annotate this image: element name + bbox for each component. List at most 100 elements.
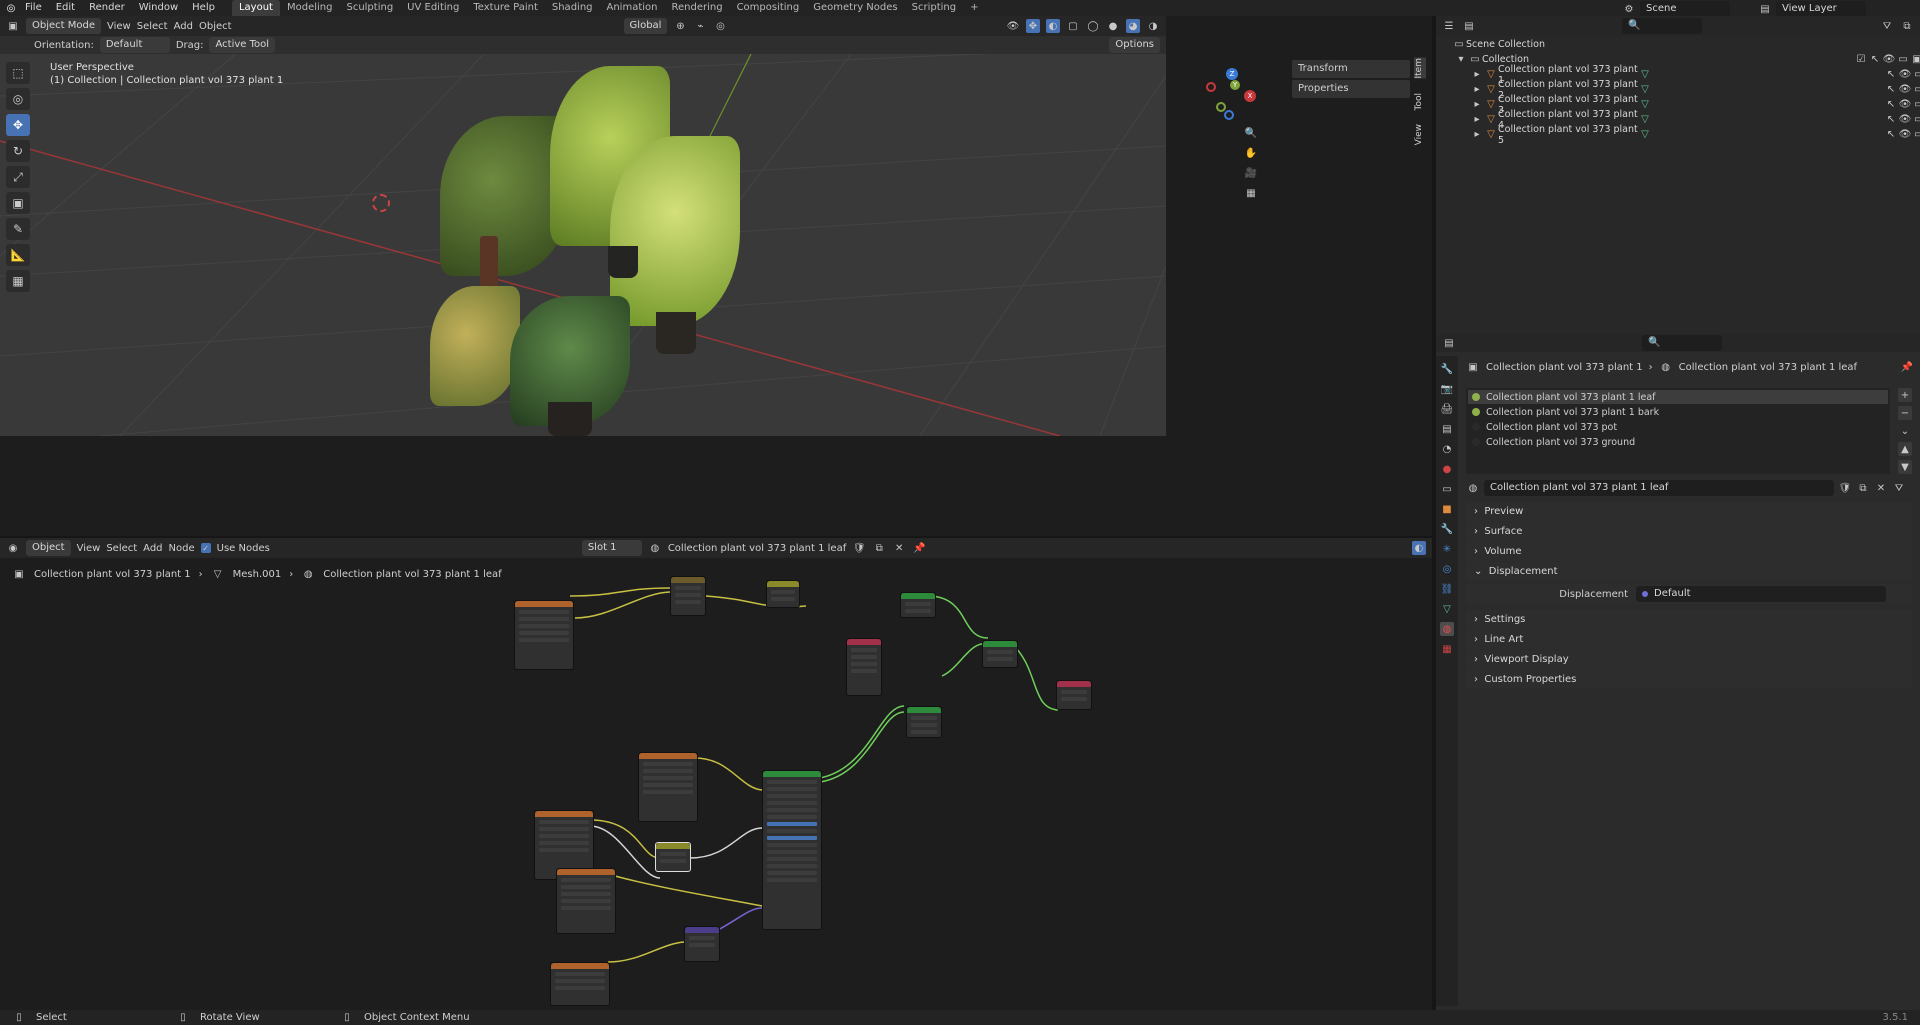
tab-animation[interactable]: Animation xyxy=(600,0,665,16)
menu-select[interactable]: Select xyxy=(137,21,168,32)
material-name-input[interactable]: Collection plant vol 373 plant 1 leaf xyxy=(1484,480,1834,496)
properties-breadcrumb-material[interactable]: Collection plant vol 373 plant 1 leaf xyxy=(1679,362,1857,373)
render-tab-icon[interactable]: 📷 xyxy=(1440,382,1454,396)
options-button[interactable]: Options xyxy=(1109,37,1160,53)
tab-scripting[interactable]: Scripting xyxy=(905,0,963,16)
output-tab-icon[interactable]: 🖨 xyxy=(1440,402,1454,416)
collection-tab-icon[interactable]: ▭ xyxy=(1440,482,1454,496)
tab-uv-editing[interactable]: UV Editing xyxy=(400,0,466,16)
material-browse-icon[interactable]: ◍ xyxy=(648,541,662,555)
mix-shader-node-2[interactable] xyxy=(906,706,942,738)
outliner-item[interactable]: ▸ ▽ Collection plant vol 373 plant 5 ▽ ↖ 👁… xyxy=(1470,124,1920,146)
image-texture-node-5[interactable] xyxy=(550,962,610,1006)
image-texture-node-1[interactable] xyxy=(514,600,574,670)
view-layer-tab-icon[interactable]: ▤ xyxy=(1440,422,1454,436)
material-slot-item[interactable]: Collection plant vol 373 pot xyxy=(1468,420,1888,434)
snap-icon[interactable]: ⌁ xyxy=(693,19,707,33)
remove-slot-icon[interactable]: − xyxy=(1898,406,1912,420)
tab-rendering[interactable]: Rendering xyxy=(664,0,729,16)
xray-icon[interactable]: ▢ xyxy=(1066,19,1080,33)
principled-bsdf-node[interactable] xyxy=(762,770,822,930)
view-layer-selector[interactable]: View Layer xyxy=(1776,1,1866,17)
editor-type-node-icon[interactable]: ◉ xyxy=(6,541,20,555)
particles-tab-icon[interactable]: ✳ xyxy=(1440,542,1454,556)
gizmo-y-icon[interactable]: Y xyxy=(1230,80,1240,90)
material-slot-item[interactable]: Collection plant vol 373 plant 1 leaf xyxy=(1468,390,1888,404)
visibility-eye-icon[interactable]: 👁 xyxy=(1882,53,1896,67)
menu-window[interactable]: Window xyxy=(132,0,185,16)
gizmo-toggle-icon[interactable]: ✥ xyxy=(1026,19,1040,33)
section-viewport-display[interactable]: › Viewport Display xyxy=(1466,650,1912,669)
gizmo-z-icon[interactable]: Z xyxy=(1226,68,1238,80)
menu-add[interactable]: Add xyxy=(174,21,193,32)
outliner-search-input[interactable]: 🔍 xyxy=(1622,18,1702,34)
tab-tool[interactable]: Tool xyxy=(1414,93,1426,110)
blender-logo-icon[interactable]: ◎ xyxy=(4,1,18,15)
annotate-tool-icon[interactable]: ✎ xyxy=(6,218,30,240)
section-displacement[interactable]: ⌄ Displacement xyxy=(1466,562,1912,581)
filter-icon[interactable]: ⛛ xyxy=(1880,19,1894,33)
geometry-node[interactable] xyxy=(846,638,882,696)
tab-compositing[interactable]: Compositing xyxy=(730,0,807,16)
displacement-selector[interactable]: Default xyxy=(1636,586,1886,602)
add-workspace-icon[interactable]: + xyxy=(963,0,985,16)
duplicate-material-icon[interactable]: ⧉ xyxy=(872,541,886,555)
transform-panel-header[interactable]: Transform xyxy=(1292,60,1410,78)
translucent-bsdf-node[interactable] xyxy=(900,592,936,618)
select-box-tool-icon[interactable]: ⬚ xyxy=(6,62,30,84)
object-tab-icon[interactable]: ■ xyxy=(1440,502,1454,516)
visibility-icon[interactable]: 👁 xyxy=(1006,19,1020,33)
constraints-tab-icon[interactable]: ⛓ xyxy=(1440,582,1454,596)
tab-view[interactable]: View xyxy=(1414,124,1426,145)
modifier-tab-icon[interactable]: 🔧 xyxy=(1440,522,1454,536)
material-name-field[interactable]: Collection plant vol 373 plant 1 leaf xyxy=(668,543,846,554)
plant-models[interactable] xyxy=(420,56,750,436)
navigation-gizmo[interactable]: Z X Y xyxy=(1200,66,1260,126)
tool-tab-icon[interactable]: 🔧 xyxy=(1440,362,1454,376)
gizmo-x-icon[interactable]: X xyxy=(1244,90,1256,102)
node-menu-view[interactable]: View xyxy=(77,543,101,554)
tab-layout[interactable]: Layout xyxy=(231,0,280,16)
shader-type-selector[interactable]: Object xyxy=(26,540,71,556)
section-volume[interactable]: › Volume xyxy=(1466,542,1912,561)
unlink-icon-2[interactable]: ✕ xyxy=(1874,481,1888,495)
viewport-3d[interactable]: User Perspective (1) Collection | Collec… xyxy=(0,16,1166,436)
use-nodes-checkbox-icon[interactable]: ✓ xyxy=(200,543,211,553)
menu-object[interactable]: Object xyxy=(199,21,232,32)
fake-user-icon-2[interactable]: 🛡 xyxy=(1838,481,1852,495)
world-tab-icon[interactable]: ● xyxy=(1440,462,1454,476)
measure-tool-icon[interactable]: 📐 xyxy=(6,244,30,266)
rotate-tool-icon[interactable]: ↻ xyxy=(6,140,30,162)
data-tab-icon[interactable]: ▽ xyxy=(1440,602,1454,616)
pin-icon[interactable]: 📌 xyxy=(912,541,926,555)
viewport-disable-icon[interactable]: ▭ xyxy=(1896,53,1910,67)
duplicate-icon-2[interactable]: ⧉ xyxy=(1856,481,1870,495)
drag-selector[interactable]: Active Tool xyxy=(209,37,276,53)
properties-breadcrumb-object[interactable]: Collection plant vol 373 plant 1 xyxy=(1486,362,1643,373)
orientation-selector[interactable]: Default xyxy=(99,37,170,53)
overlay-toggle-icon[interactable]: ◐ xyxy=(1046,19,1060,33)
section-surface[interactable]: › Surface xyxy=(1466,522,1912,541)
wireframe-shading-icon[interactable]: ◯ xyxy=(1086,19,1100,33)
move-slot-down-icon[interactable]: ▼ xyxy=(1898,460,1912,474)
exclude-checkbox-icon[interactable]: ☑ xyxy=(1854,53,1868,67)
color-mix-node[interactable] xyxy=(766,580,800,608)
tab-sculpting[interactable]: Sculpting xyxy=(339,0,400,16)
node-menu-select[interactable]: Select xyxy=(106,543,137,554)
tab-texture-paint[interactable]: Texture Paint xyxy=(466,0,545,16)
scene-tab-icon[interactable]: ◔ xyxy=(1440,442,1454,456)
editor-type-3d-icon[interactable]: ▣ xyxy=(6,19,20,33)
transform-orientation-selector[interactable]: Global xyxy=(623,18,668,34)
mix-shader-node[interactable] xyxy=(982,640,1018,668)
section-custom-properties[interactable]: › Custom Properties xyxy=(1466,670,1912,689)
move-tool-icon[interactable]: ✥ xyxy=(6,114,30,136)
slot-specials-icon[interactable]: ⌄ xyxy=(1898,424,1912,438)
pivot-icon[interactable]: ⊕ xyxy=(673,19,687,33)
pin-properties-icon[interactable]: 📌 xyxy=(1900,360,1914,374)
select-toggle-icon[interactable]: ↖ xyxy=(1868,53,1882,67)
node-menu-node[interactable]: Node xyxy=(169,543,195,554)
material-slot-item[interactable]: Collection plant vol 373 plant 1 bark xyxy=(1468,405,1888,419)
filter-icon-2[interactable]: ⛛ xyxy=(1892,481,1906,495)
image-texture-node-2[interactable] xyxy=(638,752,698,822)
transform-tool-icon[interactable]: ▣ xyxy=(6,192,30,214)
